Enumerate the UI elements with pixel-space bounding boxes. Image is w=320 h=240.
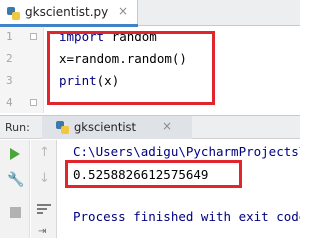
line-number-gutter: 1 2 3 4 bbox=[0, 27, 44, 113]
editor-tab-label: gkscientist.py bbox=[25, 5, 109, 19]
line-number: 4 bbox=[6, 96, 13, 109]
python-file-icon bbox=[56, 121, 69, 134]
editor-tab-bar: gkscientist.py × bbox=[0, 0, 300, 27]
run-toolbar: 🔧 bbox=[0, 140, 30, 238]
run-tab-label: gkscientist bbox=[74, 120, 137, 134]
code-highlight-box bbox=[47, 31, 215, 105]
console-toolbar: ↑ ↓ ⇥ bbox=[31, 140, 57, 238]
run-tab-gkscientist[interactable]: gkscientist × bbox=[42, 116, 192, 139]
run-title: Run: bbox=[5, 121, 30, 134]
editor-tab-gkscientist[interactable]: gkscientist.py × bbox=[0, 0, 138, 27]
fold-icon[interactable] bbox=[30, 33, 37, 40]
stop-icon[interactable] bbox=[10, 207, 21, 218]
console-interpreter-path[interactable]: C:\Users\adigu\PycharmProjects\ bbox=[73, 144, 300, 159]
console-exit-message: Process finished with exit code 0 bbox=[73, 209, 300, 224]
scroll-to-end-icon[interactable]: ⇥ bbox=[38, 226, 46, 237]
code-editor[interactable]: 1 2 3 4 import random x=random.random() … bbox=[0, 27, 300, 113]
run-icon[interactable] bbox=[10, 148, 20, 160]
fold-icon[interactable] bbox=[30, 99, 37, 106]
line-number: 3 bbox=[6, 74, 13, 87]
run-tool-window-header: Run: gkscientist × bbox=[0, 115, 300, 139]
close-icon[interactable]: × bbox=[118, 4, 128, 18]
soft-wrap-icon[interactable] bbox=[37, 203, 51, 215]
arrow-down-icon[interactable]: ↓ bbox=[39, 171, 50, 186]
line-number: 1 bbox=[6, 30, 13, 43]
close-icon[interactable]: × bbox=[162, 119, 172, 133]
wrench-icon[interactable]: 🔧 bbox=[7, 172, 24, 188]
arrow-up-icon[interactable]: ↑ bbox=[39, 145, 50, 160]
output-highlight-box bbox=[65, 160, 242, 188]
line-number: 2 bbox=[6, 52, 13, 65]
run-console[interactable]: C:\Users\adigu\PycharmProjects\ 0.525882… bbox=[58, 140, 300, 238]
python-file-icon bbox=[7, 7, 20, 20]
